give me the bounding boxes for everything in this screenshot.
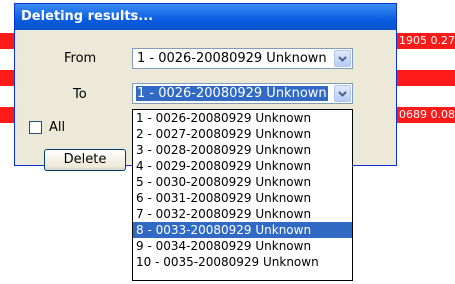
to-select-value: 1 - 0026-20080929 Unknown [136, 86, 328, 101]
dropdown-option[interactable]: 9 - 0034-20080929 Unknown [133, 238, 352, 254]
dropdown-option[interactable]: 8 - 0033-20080929 Unknown [133, 222, 352, 238]
chevron-down-icon [338, 56, 347, 62]
to-label: To [73, 87, 87, 102]
from-dropdown-button[interactable] [334, 50, 351, 67]
delete-button[interactable]: Delete [44, 149, 126, 171]
dropdown-option[interactable]: 3 - 0028-20080929 Unknown [133, 142, 352, 158]
background-row-3-text: 0689 0.08 [399, 108, 455, 121]
to-dropdown-list[interactable]: 1 - 0026-20080929 Unknown 2 - 0027-200809… [132, 109, 353, 281]
dialog-title-bar[interactable]: Deleting results... [15, 4, 396, 30]
dropdown-option[interactable]: 5 - 0030-20080929 Unknown [133, 174, 352, 190]
all-label: All [49, 120, 66, 135]
all-checkbox[interactable] [29, 121, 42, 134]
dropdown-option[interactable]: 2 - 0027-20080929 Unknown [133, 126, 352, 142]
background-row-1-text: 1905 0.27 [399, 34, 455, 47]
from-label: From [64, 51, 97, 66]
chevron-down-icon [338, 91, 347, 97]
dropdown-option[interactable]: 6 - 0031-20080929 Unknown [133, 190, 352, 206]
dropdown-option[interactable]: 10 - 0035-20080929 Unknown [133, 254, 352, 270]
from-select-value: 1 - 0026-20080929 Unknown [137, 51, 327, 66]
dropdown-option[interactable]: 1 - 0026-20080929 Unknown [133, 110, 352, 126]
from-select[interactable]: 1 - 0026-20080929 Unknown [132, 48, 353, 69]
dropdown-option[interactable]: 4 - 0029-20080929 Unknown [133, 158, 352, 174]
to-dropdown-button[interactable] [334, 85, 351, 102]
dropdown-option[interactable]: 7 - 0032-20080929 Unknown [133, 206, 352, 222]
dialog-title: Deleting results... [21, 9, 154, 24]
to-select[interactable]: 1 - 0026-20080929 Unknown [132, 83, 353, 104]
